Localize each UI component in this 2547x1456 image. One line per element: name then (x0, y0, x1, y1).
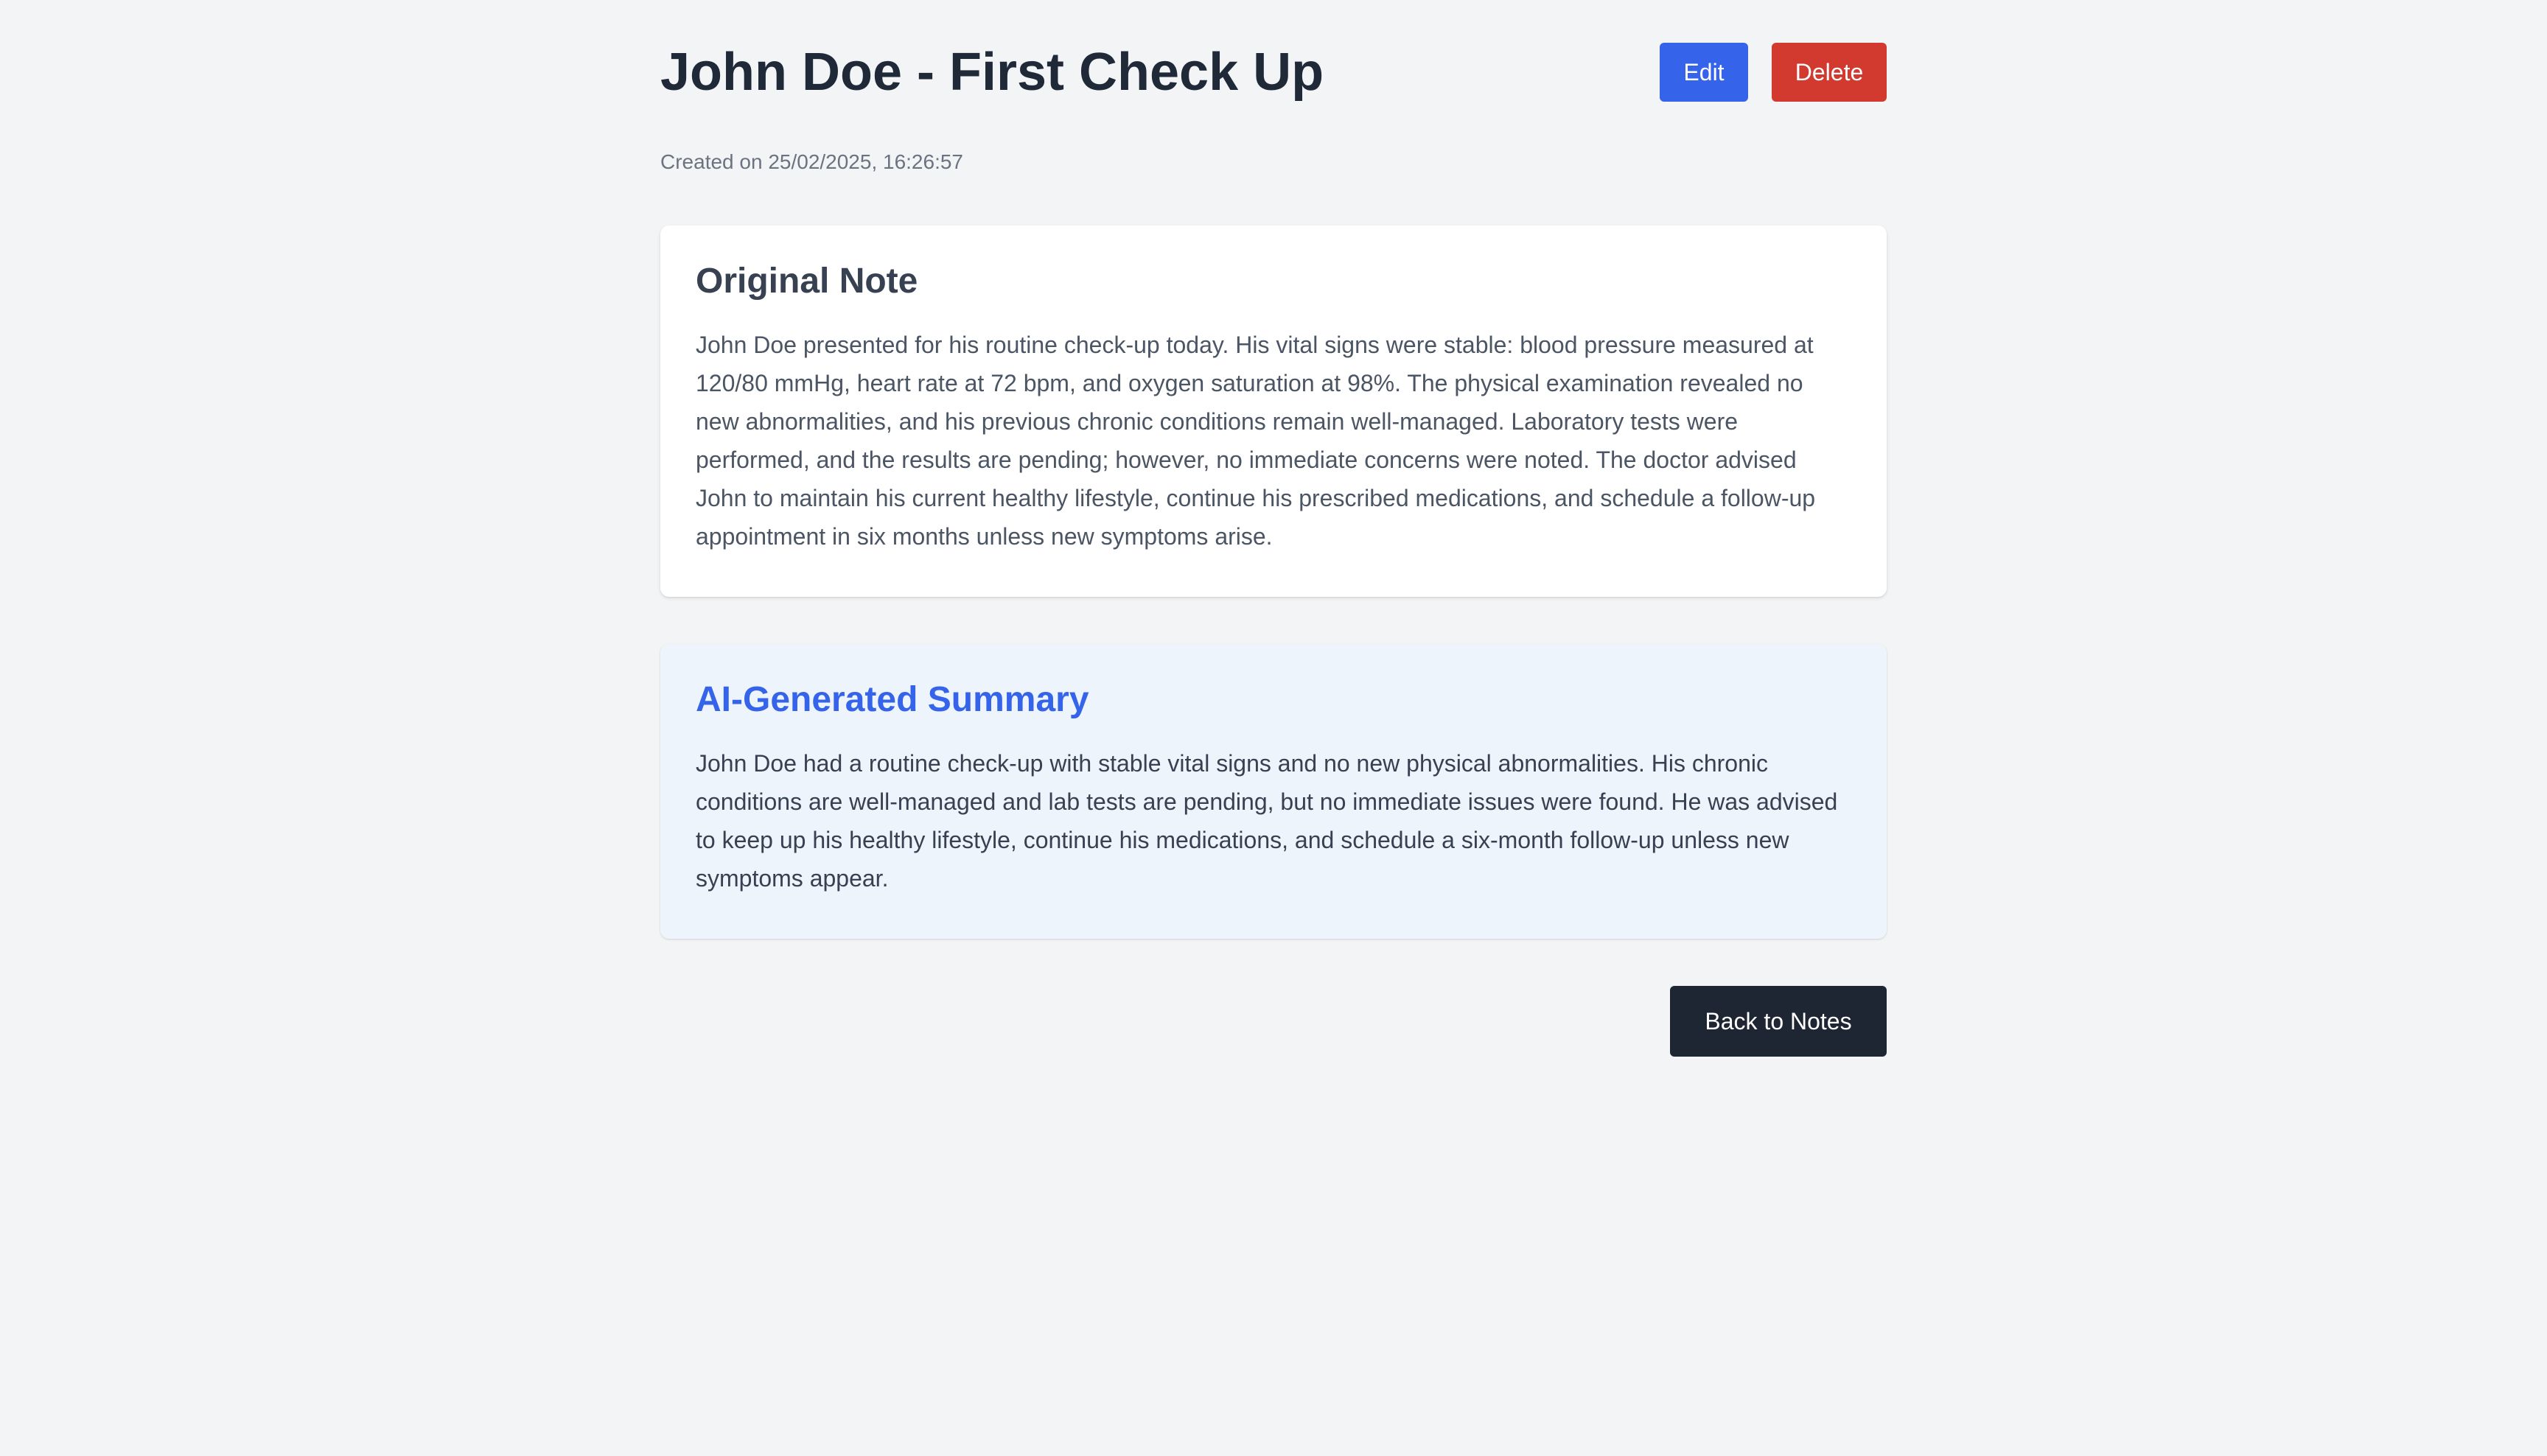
ai-summary-text: John Doe had a routine check-up with sta… (696, 750, 1838, 892)
created-timestamp: Created on 25/02/2025, 16:26:57 (660, 150, 964, 173)
edit-button[interactable]: Edit (1660, 43, 1748, 102)
ai-summary-card: AI-Generated Summary John Doe had a rout… (660, 644, 1887, 939)
original-note-heading: Original Note (696, 262, 918, 301)
page-header: John Doe - First Check Up Edit Delete (660, 38, 1887, 105)
original-note-card: Original Note John Doe presented for his… (660, 225, 1887, 597)
original-note-text: John Doe presented for his routine check… (696, 332, 1816, 550)
page-title: John Doe - First Check Up (660, 43, 1324, 102)
back-to-notes-button[interactable]: Back to Notes (1670, 986, 1887, 1057)
delete-button[interactable]: Delete (1772, 43, 1887, 102)
ai-summary-heading: AI-Generated Summary (696, 680, 1089, 719)
